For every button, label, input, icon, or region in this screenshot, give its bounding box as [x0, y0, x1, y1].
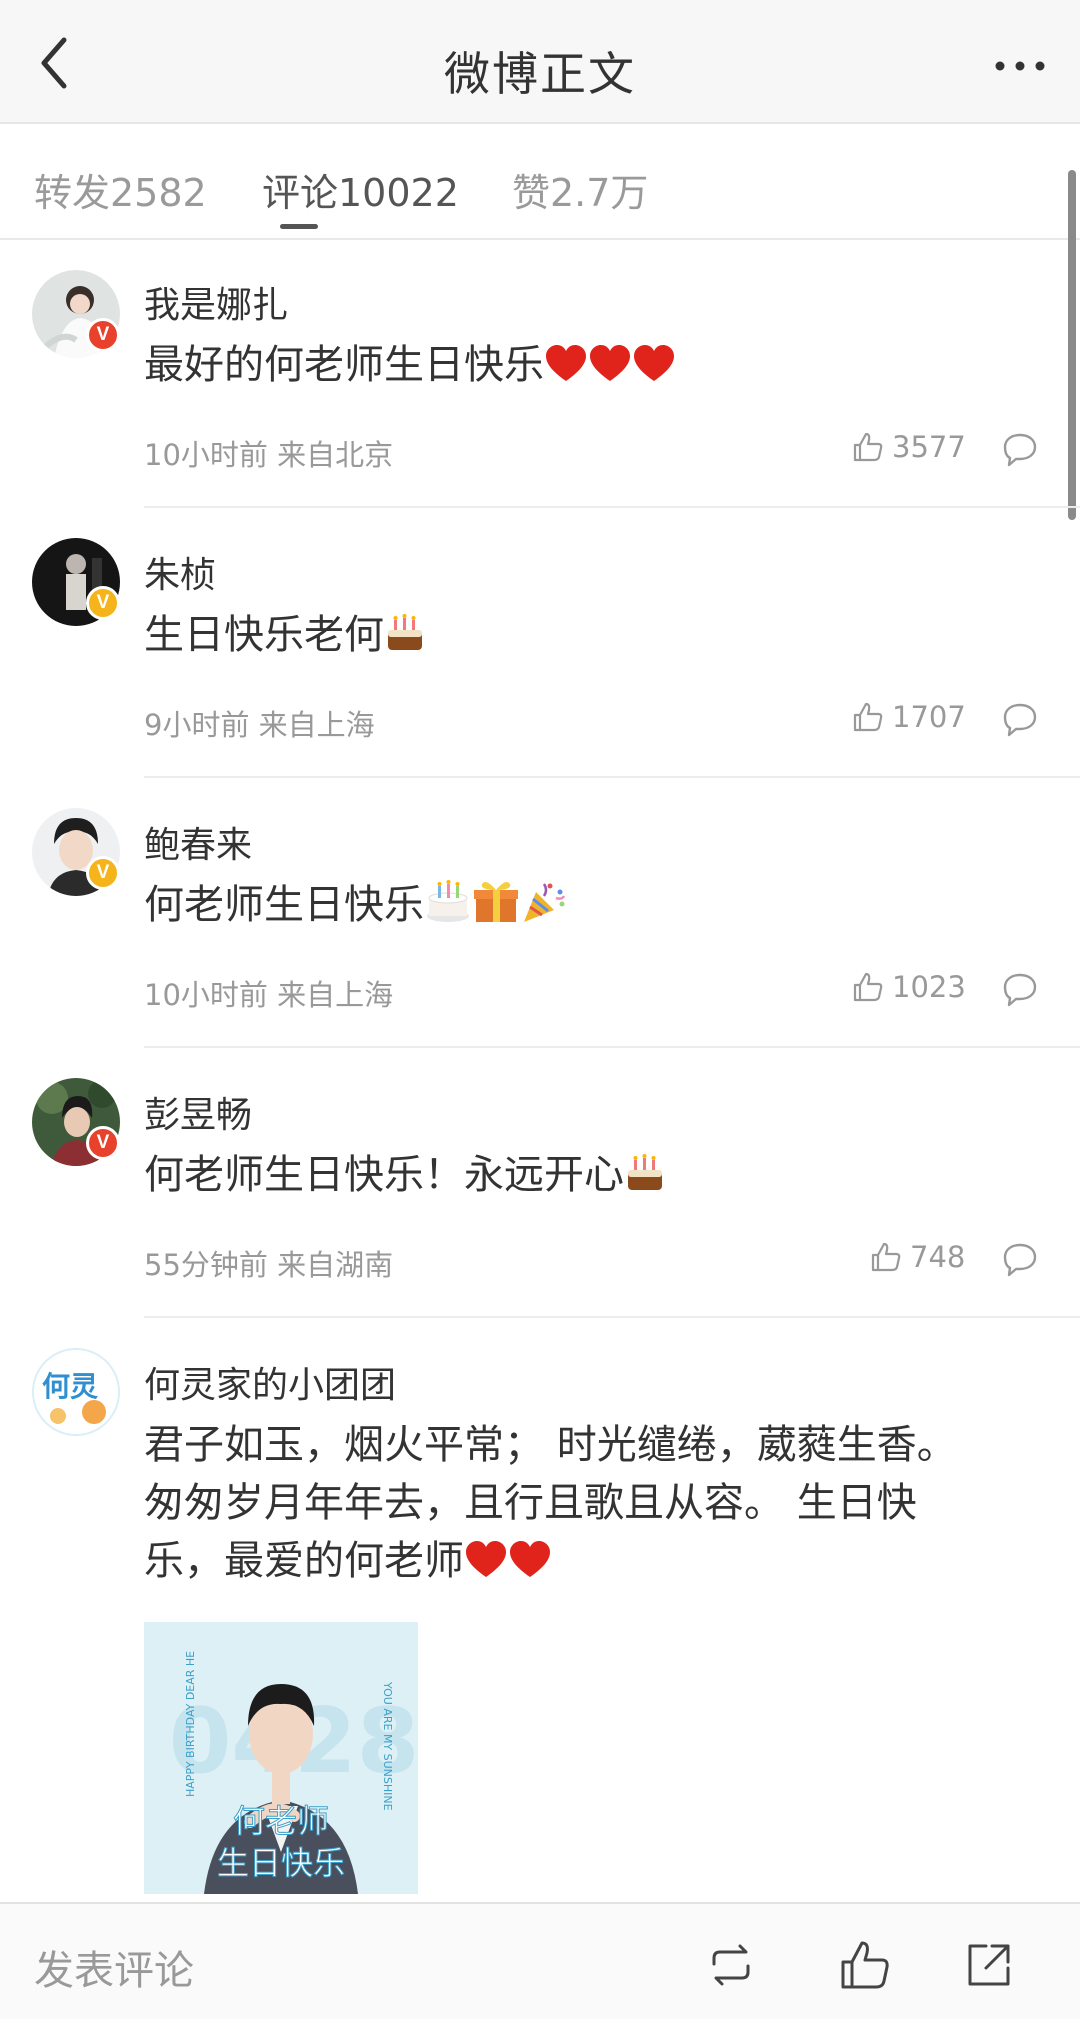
comment-divider — [144, 506, 1080, 508]
share-icon — [968, 1944, 1010, 1986]
thumbs-up-icon — [853, 702, 883, 732]
more-dots-icon — [995, 61, 1045, 71]
like-post-button[interactable] — [838, 1938, 892, 1992]
like-count: 1707 — [892, 700, 966, 734]
comment-text: 何老师生日快乐 — [144, 876, 568, 940]
comment-bubble-icon — [1003, 433, 1037, 467]
top-nav-bar: 微博正文 — [0, 0, 1080, 124]
svg-text:何老师: 何老师 — [233, 1802, 329, 1840]
svg-text:生日快乐: 生日快乐 — [217, 1844, 345, 1882]
gift-emoji-icon — [472, 878, 520, 940]
comment-text-line: 君子如玉，烟火平常； 时光缱绻，葳蕤生香。 — [144, 1422, 957, 1468]
active-tab-indicator — [280, 224, 318, 229]
comment-meta: 55分钟前 来自湖南 — [144, 1248, 394, 1282]
bottom-action-bar: 发表评论 — [0, 1902, 1080, 2019]
like-count: 1023 — [892, 970, 966, 1004]
verified-badge-icon: V — [86, 856, 120, 890]
like-count: 3577 — [892, 430, 966, 464]
tab-repost[interactable]: 转发2582 — [34, 162, 207, 217]
comment-username[interactable]: 何灵家的小团团 — [144, 1356, 396, 1408]
heart-emoji-icon — [508, 1538, 552, 1596]
share-button[interactable] — [962, 1938, 1016, 1992]
comment-username[interactable]: 彭昱畅 — [144, 1086, 252, 1138]
comment-bubble-icon — [1003, 1243, 1037, 1277]
comment-meta: 9小时前 来自上海 — [144, 708, 375, 742]
birthday-poster-image: 0428 HAPPY BIRTHDAY DEAR HE YOU ARE MY S… — [144, 1622, 418, 1894]
heart-emoji-icon — [632, 342, 676, 400]
scrollbar[interactable] — [1068, 170, 1076, 520]
comment-text-line: 乐，最爱的何老师 — [144, 1538, 464, 1584]
comment-text-line-last: 乐，最爱的何老师 — [144, 1532, 1044, 1596]
svg-text:YOU ARE MY SUNSHINE: YOU ARE MY SUNSHINE — [381, 1681, 394, 1811]
reply-button[interactable] — [1000, 700, 1040, 740]
reply-button[interactable] — [1000, 970, 1040, 1010]
comment-bubble-icon — [1003, 703, 1037, 737]
comment-text: 何老师生日快乐！永远开心 — [144, 1146, 666, 1210]
like-button[interactable]: 1707 — [852, 700, 966, 734]
reply-button[interactable] — [1000, 1240, 1040, 1280]
repost-button[interactable] — [704, 1938, 758, 1992]
more-button[interactable] — [990, 46, 1050, 86]
comment-text-body: 生日快乐老何 — [144, 612, 384, 658]
comment-meta: 10小时前 来自北京 — [144, 438, 394, 472]
svg-text:HAPPY BIRTHDAY DEAR HE: HAPPY BIRTHDAY DEAR HE — [184, 1651, 197, 1797]
comment-image[interactable]: 0428 HAPPY BIRTHDAY DEAR HE YOU ARE MY S… — [144, 1622, 418, 1894]
comment-divider — [144, 1046, 1080, 1048]
avatar-image: 何灵 — [34, 1350, 118, 1434]
heart-emoji-icon — [588, 342, 632, 400]
like-icon — [841, 1941, 889, 1989]
like-button[interactable]: 1023 — [852, 970, 966, 1004]
comment-text-body: 何老师生日快乐 — [144, 882, 424, 928]
comment-text: 最好的何老师生日快乐 — [144, 336, 676, 400]
comment-meta: 10小时前 来自上海 — [144, 978, 394, 1012]
comment-text-body: 最好的何老师生日快乐 — [144, 342, 544, 388]
like-button[interactable]: 3577 — [852, 430, 966, 464]
tab-bar: 转发2582 评论10022 赞2.7万 — [0, 124, 1080, 240]
comment-text: 君子如玉，烟火平常； 时光缱绻，葳蕤生香。 匆匆岁月年年去，且行且歌且从容。 生… — [144, 1416, 1044, 1596]
comment-text-body: 何老师生日快乐！永远开心 — [144, 1152, 624, 1198]
avatar[interactable]: 何灵 — [32, 1348, 120, 1436]
repost-icon — [712, 1944, 750, 1986]
comment-username[interactable]: 鲍春来 — [144, 816, 252, 868]
cake-emoji-icon — [424, 878, 472, 940]
thumbs-up-icon — [853, 972, 883, 1002]
verified-badge-icon: V — [86, 318, 120, 352]
comment-text: 生日快乐老何 — [144, 606, 426, 670]
comment-divider — [144, 1316, 1080, 1318]
party-popper-emoji-icon — [520, 878, 568, 940]
like-button[interactable]: 748 — [870, 1240, 965, 1274]
comment-username[interactable]: 朱桢 — [144, 546, 216, 598]
comment-username[interactable]: 我是娜扎 — [144, 276, 288, 328]
tab-comments[interactable]: 评论10022 — [262, 162, 459, 217]
comment-divider — [144, 776, 1080, 778]
avatar-logo-text: 何灵 — [42, 1370, 98, 1403]
thumbs-up-icon — [871, 1242, 901, 1272]
comment-text-line: 匆匆岁月年年去，且行且歌且从容。 生日快 — [144, 1480, 917, 1526]
like-count: 748 — [910, 1240, 966, 1274]
heart-emoji-icon — [464, 1538, 508, 1596]
comment-bubble-icon — [1003, 973, 1037, 1007]
cake-emoji-icon — [624, 1152, 666, 1210]
thumbs-up-icon — [853, 432, 883, 462]
heart-emoji-icon — [544, 342, 588, 400]
reply-button[interactable] — [1000, 430, 1040, 470]
page-title: 微博正文 — [444, 47, 636, 101]
verified-badge-icon: V — [86, 586, 120, 620]
cake-emoji-icon — [384, 612, 426, 670]
tab-likes[interactable]: 赞2.7万 — [512, 162, 648, 217]
verified-badge-icon: V — [86, 1126, 120, 1160]
compose-comment-input[interactable]: 发表评论 — [34, 1938, 194, 1996]
